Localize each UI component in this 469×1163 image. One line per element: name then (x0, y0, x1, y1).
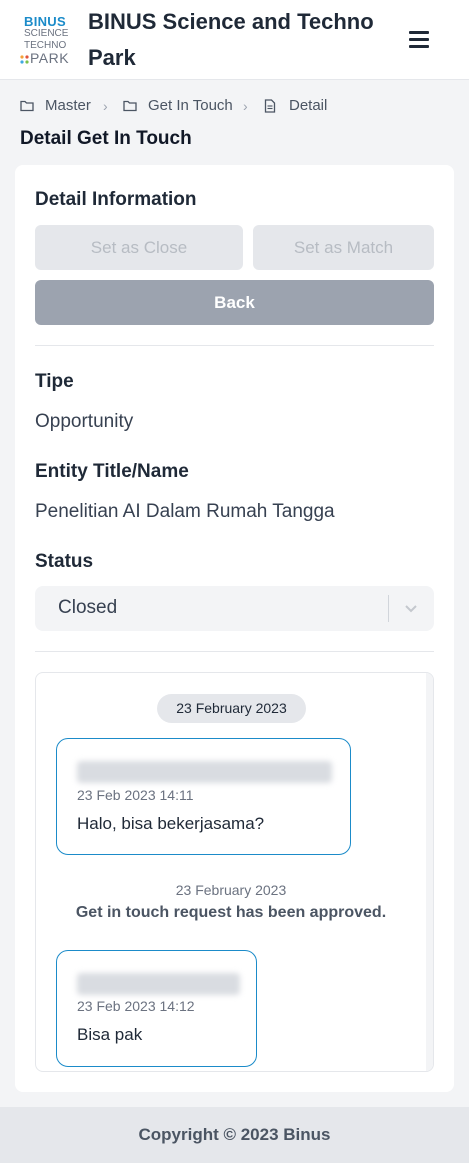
logo-dots-icon (20, 55, 29, 64)
chat-message: 23 Feb 2023 14:11 Halo, bisa bekerjasama… (56, 738, 351, 855)
binus-logo[interactable]: BINUS SCIENCE TECHNO PARK (20, 14, 78, 66)
set-as-match-button[interactable]: Set as Match (253, 225, 434, 270)
top-header: BINUS SCIENCE TECHNO PARK BINUS Science … (0, 0, 469, 80)
message-time: 23 Feb 2023 14:11 (77, 787, 194, 803)
system-message-date: 23 February 2023 (175, 882, 287, 898)
status-select[interactable]: Closed (35, 586, 434, 631)
chat-scrollbar[interactable] (426, 673, 433, 1071)
tipe-label: Tipe (35, 371, 74, 392)
folder-icon (20, 100, 34, 112)
breadcrumb-item-get-in-touch[interactable]: Get In Touch (123, 95, 243, 117)
breadcrumb-label: Detail (289, 97, 328, 114)
back-button[interactable]: Back (35, 280, 434, 325)
tipe-value: Opportunity (35, 411, 134, 432)
message-text: Halo, bisa bekerjasama? (77, 814, 265, 833)
date-pill: 23 February 2023 (157, 694, 306, 723)
folder-icon (123, 100, 137, 112)
blurred-sender-name (77, 973, 240, 995)
status-selected-value: Closed (58, 597, 118, 618)
entity-title-label: Entity Title/Name (35, 461, 189, 482)
footer-copyright: Copyright © 2023 Binus (0, 1107, 469, 1163)
breadcrumb-label: Master (45, 97, 91, 114)
chat-message: 23 Feb 2023 14:12 Bisa pak (56, 950, 257, 1067)
chevron-down-icon (405, 605, 417, 613)
logo-line-4: PARK (30, 50, 70, 66)
blurred-sender-name (77, 761, 332, 783)
divider (35, 345, 434, 346)
hamburger-menu-button[interactable] (406, 26, 432, 54)
breadcrumb-separator-icon: › (103, 98, 108, 114)
message-text: Bisa pak (77, 1025, 143, 1044)
document-icon (264, 99, 276, 113)
site-title: BINUS Science and Techno Park (88, 9, 374, 70)
divider (35, 651, 434, 652)
entity-title-value: Penelitian AI Dalam Rumah Tangga (35, 501, 335, 522)
status-label: Status (35, 551, 94, 572)
logo-line-1: BINUS (24, 14, 66, 29)
message-time: 23 Feb 2023 14:12 (77, 998, 195, 1014)
page-title: Detail Get In Touch (20, 128, 192, 149)
logo-line-2: SCIENCE (24, 28, 69, 39)
breadcrumb-item-detail: Detail (264, 95, 334, 117)
breadcrumb-item-master[interactable]: Master (20, 95, 100, 117)
breadcrumb-label: Get In Touch (148, 97, 233, 114)
hamburger-icon (409, 31, 429, 48)
chat-panel[interactable]: 23 February 2023 23 Feb 2023 14:11 Halo,… (35, 672, 434, 1072)
section-title: Detail Information (35, 189, 197, 210)
set-as-close-button[interactable]: Set as Close (35, 225, 243, 270)
detail-card: Detail Information Set as Close Set as M… (15, 165, 454, 1092)
breadcrumb-separator-icon: › (243, 98, 248, 114)
system-message-text: Get in touch request has been approved. (75, 904, 387, 921)
select-separator (388, 595, 389, 622)
